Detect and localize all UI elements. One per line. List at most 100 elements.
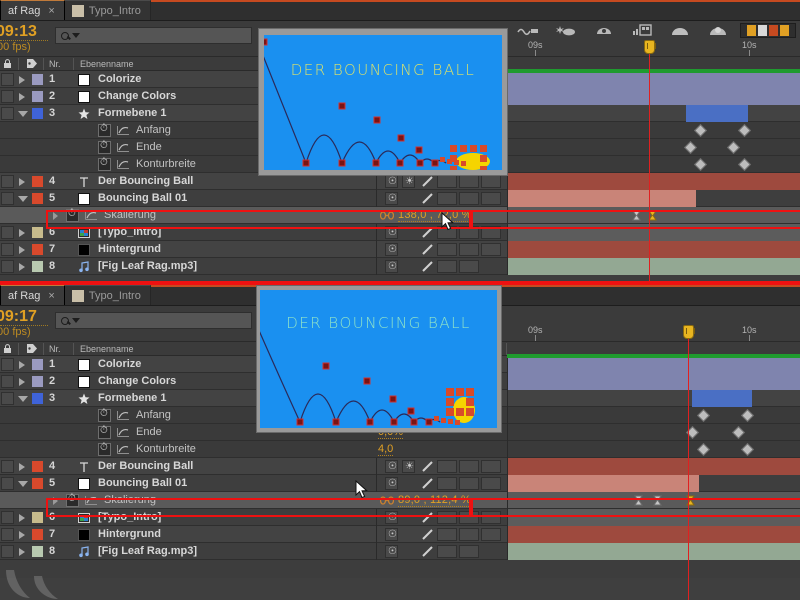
layer-lock-toggle[interactable] — [1, 511, 14, 524]
keyframe-marker[interactable] — [741, 443, 754, 456]
layer-color-chip[interactable] — [32, 359, 43, 370]
timeline-track[interactable] — [507, 441, 800, 458]
brainstorm-icon[interactable] — [707, 23, 729, 37]
blend-cell-3[interactable] — [481, 528, 501, 541]
chevron-right-icon[interactable] — [53, 212, 58, 220]
chevron-right-icon[interactable] — [19, 76, 25, 84]
header-layername[interactable]: Ebenenname — [80, 59, 134, 69]
layer-duration-bar[interactable] — [508, 173, 800, 190]
layer-row[interactable]: 7 Hintergrund ☉ — [0, 526, 800, 543]
render-cell-4[interactable] — [780, 25, 789, 36]
layer-duration-bar[interactable] — [686, 105, 748, 122]
chevron-down-icon[interactable] — [18, 111, 28, 117]
stopwatch-toggle[interactable] — [98, 140, 111, 154]
layer-name-label[interactable]: [Typo_Intro] — [98, 226, 161, 238]
blend-mode-cells[interactable] — [437, 545, 479, 558]
property-row[interactable]: Skalierung 89,0 , 112,4 % — [0, 492, 800, 509]
property-value-cell[interactable]: 89,0 , 112,4 % — [376, 492, 507, 509]
layer-duration-bar[interactable] — [508, 475, 699, 492]
timeline-track[interactable] — [507, 509, 800, 526]
layer-name-label[interactable]: Der Bouncing Ball — [98, 175, 193, 187]
layer-duration-bar[interactable] — [508, 241, 800, 258]
tab-af-rag-top[interactable]: af Rag × — [0, 0, 65, 20]
keyframe-marker[interactable] — [732, 426, 745, 439]
layer-color-chip[interactable] — [32, 478, 43, 489]
layer-name-label[interactable]: Formebene 1 — [98, 107, 166, 119]
timeline-track[interactable] — [507, 373, 800, 390]
keyframe-marker[interactable] — [697, 409, 710, 422]
render-quality-group-top[interactable] — [740, 23, 796, 38]
layer-duration-bar[interactable] — [508, 356, 800, 373]
layer-lock-toggle[interactable] — [1, 477, 14, 490]
timeline-track[interactable] — [507, 492, 800, 509]
chevron-right-icon[interactable] — [19, 93, 25, 101]
search-input-bottom[interactable] — [55, 312, 252, 329]
keyframe-hold-marker[interactable] — [634, 495, 643, 506]
timeline-track[interactable] — [507, 458, 800, 475]
layer-duration-bar[interactable] — [508, 509, 800, 526]
render-cell-2[interactable] — [758, 25, 767, 36]
keyframe-marker[interactable] — [738, 158, 751, 171]
blend-cell-1[interactable] — [437, 528, 457, 541]
stopwatch-toggle[interactable] — [98, 425, 111, 439]
blend-cell-2[interactable] — [459, 545, 479, 558]
layer-row[interactable]: 8 [Fig Leaf Rag.mp3] ☉ — [0, 258, 800, 275]
layer-name-label[interactable]: Der Bouncing Ball — [98, 460, 193, 472]
chevron-right-icon[interactable] — [19, 463, 25, 471]
timeline-track[interactable] — [507, 71, 800, 88]
layer-color-chip[interactable] — [32, 176, 43, 187]
blend-cell-2[interactable] — [459, 460, 479, 473]
layer-name-label[interactable]: Bouncing Ball 01 — [98, 192, 187, 204]
scale-value-text[interactable]: 89,0 , 112,4 % — [398, 494, 471, 507]
layer-duration-bar[interactable] — [508, 71, 800, 88]
layer-color-chip[interactable] — [32, 261, 43, 272]
layer-lock-toggle[interactable] — [1, 90, 14, 103]
composition-markers-icon[interactable] — [517, 23, 539, 37]
timeline-track[interactable] — [507, 88, 800, 105]
property-name-label[interactable]: Anfang — [136, 409, 171, 421]
blend-cell-1[interactable] — [437, 477, 457, 490]
timeline-track[interactable] — [507, 424, 800, 441]
layer-color-chip[interactable] — [32, 193, 43, 204]
layer-name-label[interactable]: Colorize — [98, 73, 141, 85]
blend-cell-3[interactable] — [481, 175, 501, 188]
chevron-right-icon[interactable] — [19, 263, 25, 271]
search-input-top[interactable] — [55, 27, 252, 44]
tab-typo-intro-top[interactable]: Typo_Intro — [64, 0, 151, 20]
blend-cell-1[interactable] — [437, 243, 457, 256]
layer-row[interactable]: 7 Hintergrund ☉ — [0, 241, 800, 258]
layer-duration-bar[interactable] — [508, 190, 696, 207]
timeline-track[interactable] — [507, 526, 800, 543]
layer-name-label[interactable]: [Typo_Intro] — [98, 511, 161, 523]
scale-value-text[interactable]: 138,0 , 72,0 % — [398, 209, 472, 222]
keyframe-marker[interactable] — [741, 409, 754, 422]
layer-row[interactable]: 6 [Typo_Intro] ☉fx — [0, 509, 800, 526]
render-cell-3[interactable] — [769, 25, 778, 36]
timeline-track[interactable] — [507, 190, 800, 207]
blend-cell-3[interactable] — [481, 192, 501, 205]
layer-lock-toggle[interactable] — [1, 73, 14, 86]
timeline-track[interactable] — [507, 258, 800, 275]
timeline-track[interactable] — [507, 173, 800, 190]
chevron-right-icon[interactable] — [19, 246, 25, 254]
blend-cell-2[interactable] — [459, 528, 479, 541]
layer-color-chip[interactable] — [32, 461, 43, 472]
property-graph-icon[interactable] — [117, 125, 130, 136]
blend-cell-2[interactable] — [459, 175, 479, 188]
timeline-track[interactable] — [507, 543, 800, 560]
tab-typo-intro-bottom[interactable]: Typo_Intro — [64, 285, 151, 305]
property-name-label[interactable]: Ende — [136, 426, 162, 438]
keyframe-marker[interactable] — [684, 141, 697, 154]
work-area-bar[interactable] — [507, 354, 800, 358]
layer-duration-bar[interactable] — [508, 224, 800, 241]
playhead-handle-bottom[interactable] — [683, 325, 695, 339]
keyframe-marker[interactable] — [694, 124, 707, 137]
timeline-track[interactable] — [507, 475, 800, 492]
layer-duration-bar[interactable] — [508, 373, 800, 390]
blend-cell-2[interactable] — [459, 192, 479, 205]
keyframe-marker[interactable] — [694, 158, 707, 171]
layer-name-label[interactable]: Colorize — [98, 358, 141, 370]
blend-mode-cells[interactable] — [437, 192, 501, 205]
hide-shy-layers-icon[interactable] — [593, 23, 615, 37]
layer-duration-bar[interactable] — [508, 88, 800, 105]
